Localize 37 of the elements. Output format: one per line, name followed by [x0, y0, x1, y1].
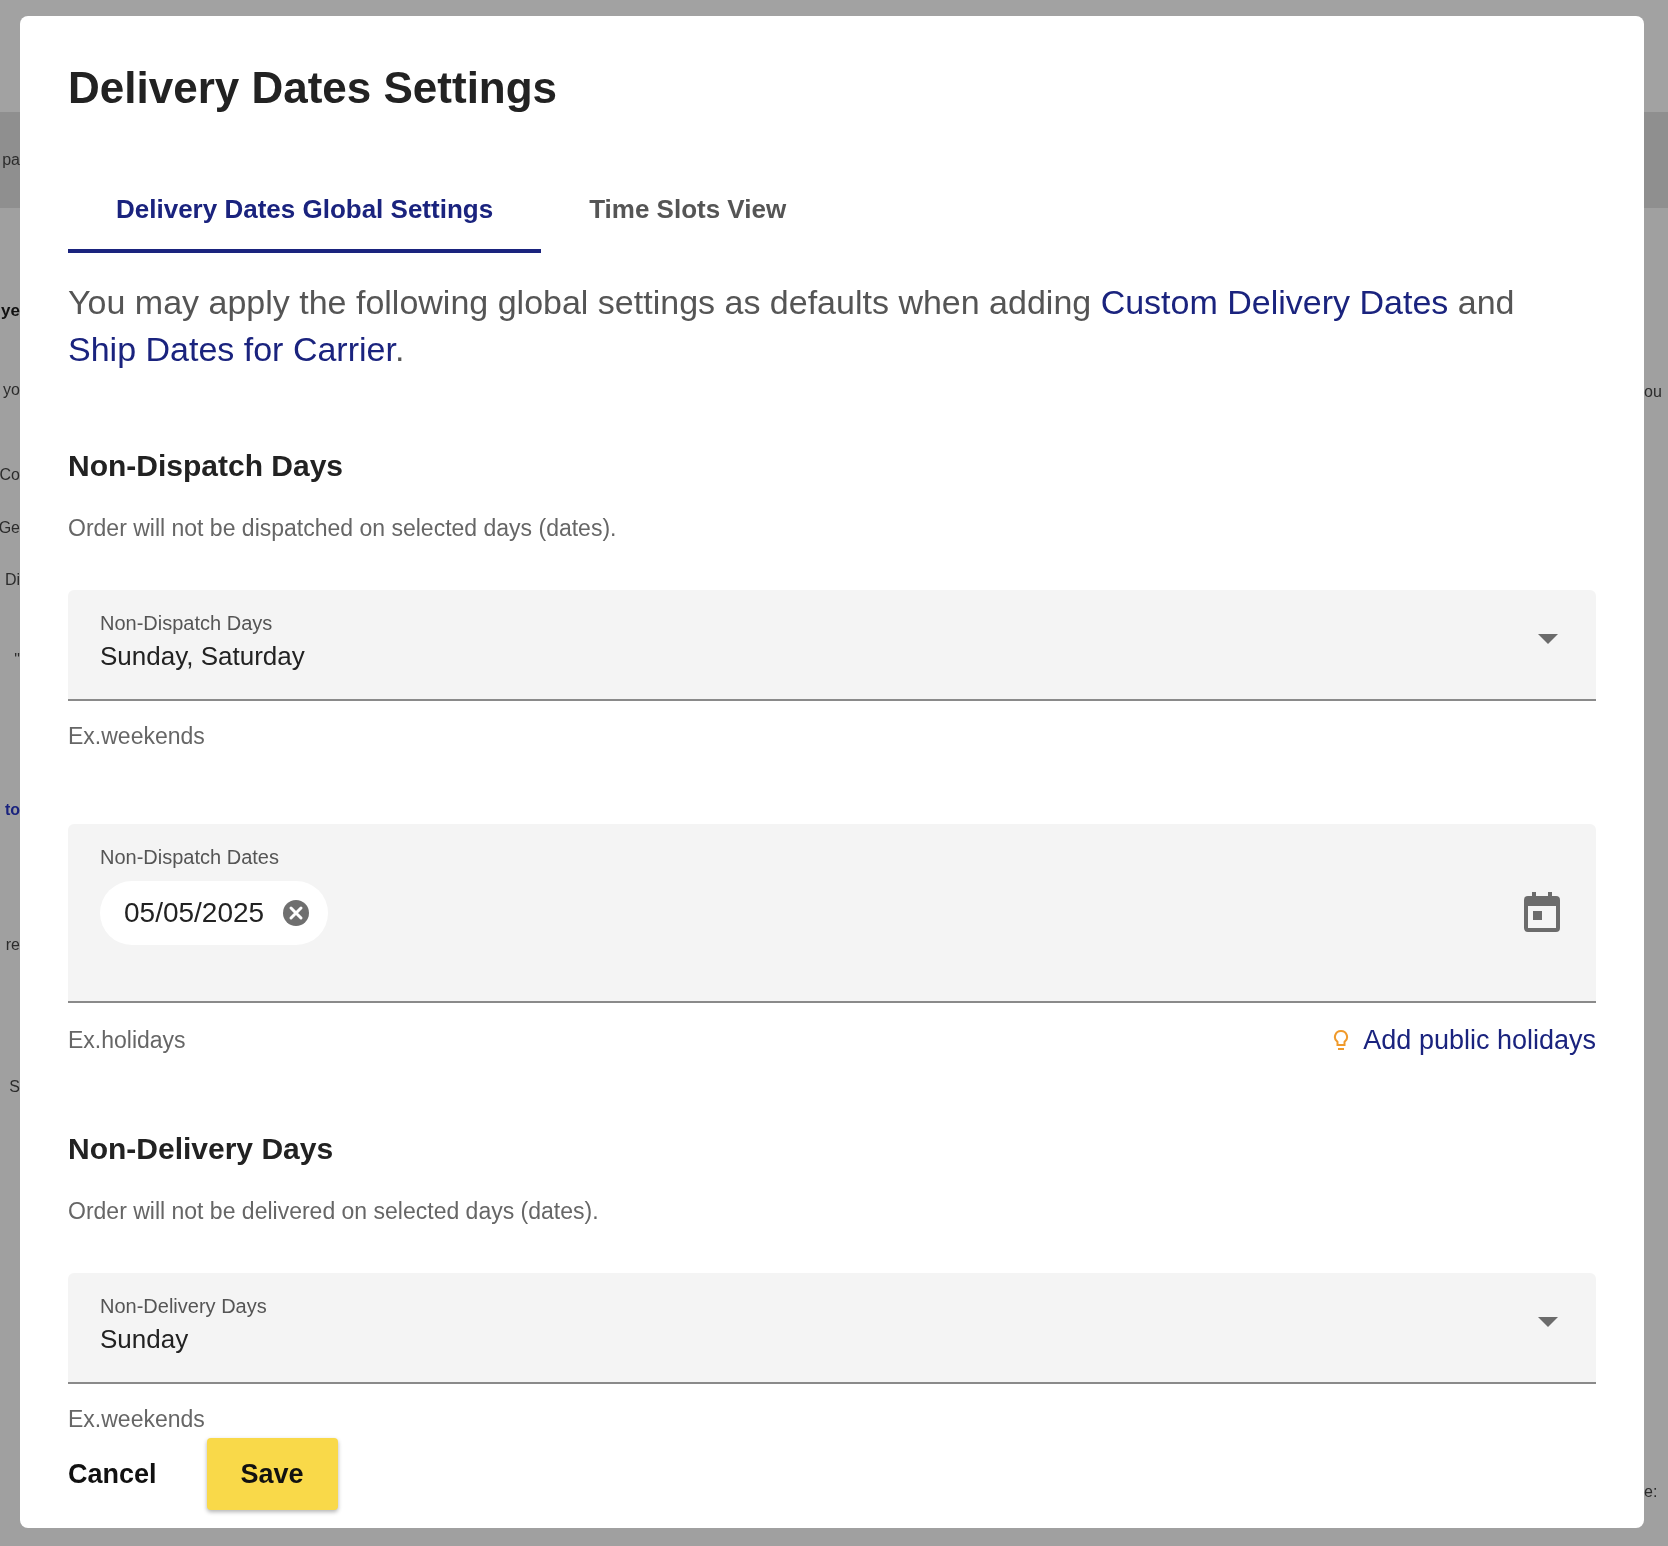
calendar-icon[interactable] [1524, 892, 1560, 933]
background-text: Di [4, 570, 20, 590]
add-holidays-link[interactable]: Add public holidays [1333, 1025, 1596, 1057]
save-button[interactable]: Save [206, 1438, 338, 1510]
background-text: to [4, 800, 20, 820]
cancel-button[interactable]: Cancel [44, 1438, 181, 1510]
lightbulb-icon [1333, 1028, 1350, 1053]
tab[interactable]: Delivery Dates Global Settings [68, 194, 542, 254]
helper-text: Ex.weekends [68, 723, 205, 751]
select-field[interactable]: Non-Delivery Days Sunday [68, 1273, 1596, 1385]
chip-text: 05/05/2025 [124, 897, 265, 930]
intro-link[interactable]: Ship Dates for Carrier [68, 330, 395, 369]
background-text: S [9, 1077, 20, 1097]
background-text: re [5, 935, 20, 955]
date-field[interactable]: Non-Dispatch Dates 05/05/2025 [68, 824, 1596, 1004]
background-text: Co [0, 465, 20, 485]
caret-icon [1538, 634, 1558, 645]
background-text: ye [1, 300, 20, 322]
select-field[interactable]: Non-Dispatch Days Sunday, Saturday [68, 590, 1596, 702]
remove-icon[interactable] [282, 899, 311, 928]
background-text: ou [1644, 382, 1662, 402]
section-heading: Non-Dispatch Days [68, 449, 345, 484]
section-description: Order will not be delivered on selected days (dates). [68, 1198, 600, 1226]
dialog-title: Delivery Dates Settings [68, 64, 559, 113]
helper-text: Ex.holidays [68, 1027, 186, 1055]
section-description: Order will not be dispatched on selected days (dates). [68, 515, 618, 543]
background-text: yo [3, 380, 20, 400]
background-text: pa [2, 150, 20, 170]
section-heading: Non-Delivery Days [68, 1132, 335, 1167]
background-text: e: [1644, 1482, 1658, 1502]
intro-text: You may apply the following global settings as defaults when adding Custom Delivery Dates and Ship Dates for Carrier. [68, 282, 1516, 371]
helper-text: Ex.weekends [68, 1406, 205, 1434]
background-text: " [14, 650, 20, 670]
intro-link[interactable]: Custom Delivery Dates [1100, 283, 1449, 322]
background-text: Ge [0, 518, 20, 538]
caret-icon [1538, 1317, 1558, 1328]
tab[interactable]: Time Slots View [541, 194, 835, 254]
